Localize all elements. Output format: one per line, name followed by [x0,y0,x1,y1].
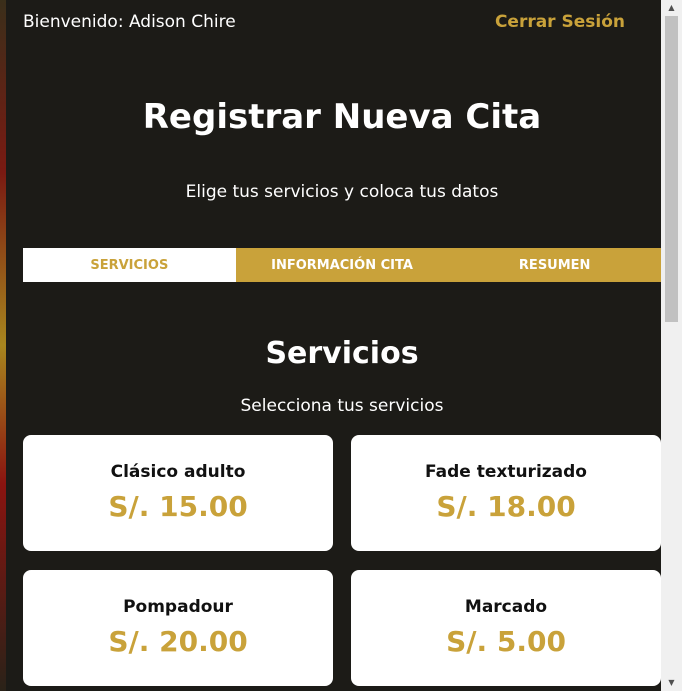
welcome-text: Bienvenido: Adison Chire [23,12,236,32]
logout-link[interactable]: Cerrar Sesión [495,10,625,34]
scrollbar-thumb[interactable] [665,16,678,322]
service-name: Fade texturizado [425,462,587,482]
service-price: S/. 20.00 [108,625,248,658]
service-price: S/. 18.00 [436,490,576,523]
service-name: Pompadour [123,597,233,617]
page-subtitle: Elige tus servicios y coloca tus datos [185,182,499,202]
service-card-marcado[interactable]: Marcado S/. 5.00 [351,570,661,686]
app-container: Bienvenido: Adison Chire Cerrar Sesión R… [6,0,661,691]
service-card-fade-texturizado[interactable]: Fade texturizado S/. 18.00 [351,435,661,551]
service-card-pompadour[interactable]: Pompadour S/. 20.00 [23,570,333,686]
top-bar: Bienvenido: Adison Chire Cerrar Sesión [23,10,643,36]
service-card-clasico-adulto[interactable]: Clásico adulto S/. 15.00 [23,435,333,551]
service-name: Clásico adulto [110,462,246,482]
services-subtitle: Selecciona tus servicios [240,396,444,416]
service-price: S/. 5.00 [446,625,566,658]
service-name: Marcado [464,597,548,617]
services-grid: Clásico adulto S/. 15.00 Fade texturizad… [23,435,661,686]
scroll-up-icon[interactable]: ▲ [661,0,682,16]
vertical-scrollbar[interactable]: ▲ ▼ [661,0,682,691]
tab-servicios[interactable]: Servicios [23,248,236,282]
step-tabs: Servicios Información Cita Resumen [23,248,661,282]
page-title: Registrar Nueva Cita [142,97,542,137]
tab-informacion-cita[interactable]: Información Cita [235,248,449,282]
service-price: S/. 15.00 [108,490,248,523]
scroll-down-icon[interactable]: ▼ [661,675,682,691]
tab-resumen[interactable]: Resumen [448,248,661,282]
services-title: Servicios [265,336,419,371]
